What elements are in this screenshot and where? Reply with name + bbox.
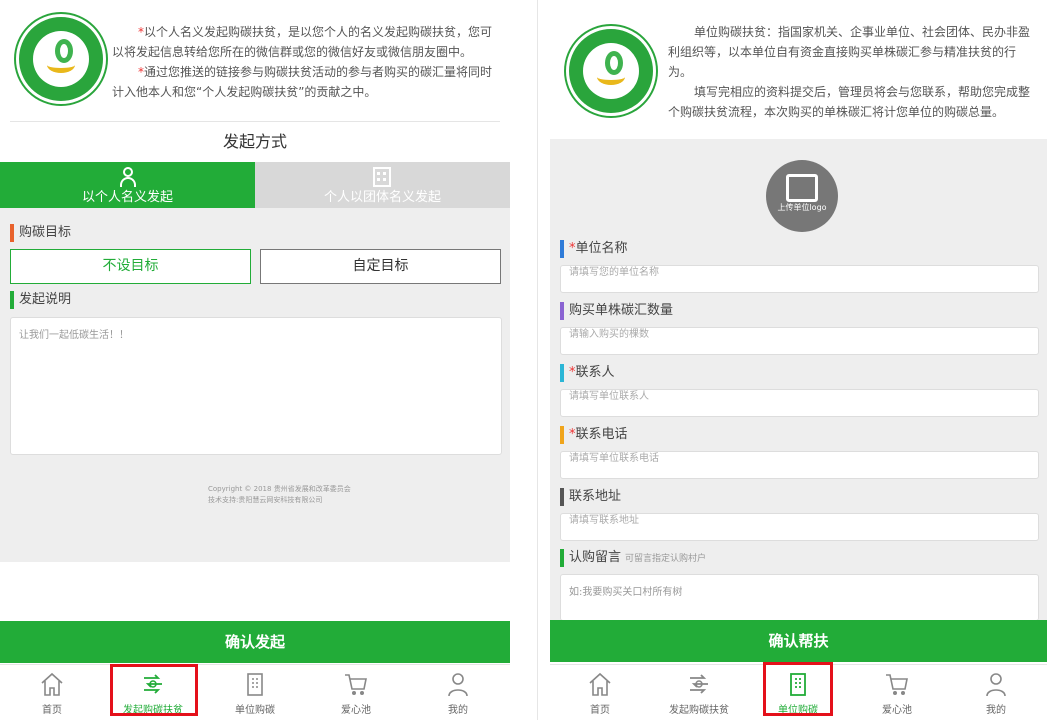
confirm-help-button[interactable]: 确认帮扶 xyxy=(550,620,1047,662)
footer-logo xyxy=(176,484,200,508)
nav-mine[interactable]: 我的 xyxy=(410,665,506,720)
home-icon xyxy=(41,672,63,696)
unit-name-input[interactable]: 请填写您的单位名称 xyxy=(560,265,1039,293)
building-icon xyxy=(247,673,263,696)
nav-unit[interactable]: 单位购碳 xyxy=(207,665,303,720)
address-label: 联系地址 xyxy=(560,488,621,506)
org-logo xyxy=(566,26,656,116)
nav-launch[interactable]: 发起购碳扶贫 xyxy=(651,665,747,720)
intro-text: *以个人名义发起购碳扶贫，是以您个人的名义发起购碳扶贫，您可以将发起信息转给您所… xyxy=(112,25,493,99)
bottom-nav: 首页 发起购碳扶贫 单位购碳 爱心池 我的 xyxy=(0,664,510,720)
confirm-launch-button[interactable]: 确认发起 xyxy=(0,621,510,663)
user-icon xyxy=(448,673,468,697)
carbon-launch-icon xyxy=(690,674,708,694)
highlight-box xyxy=(763,662,833,716)
highlight-box xyxy=(110,664,198,716)
description-textarea[interactable]: 让我们一起低碳生活！！ xyxy=(10,317,502,455)
section-title: 发起方式 xyxy=(10,121,500,161)
image-icon xyxy=(786,174,818,202)
unit-purchase-screen: 单位购碳扶贫：指国家机关、企事业单位、社会团体、民办非盈利组织等，以本单位自有资… xyxy=(550,0,1047,720)
cart-icon xyxy=(345,674,367,695)
copyright-text: Copyright © 2018 贵州省发展和改革委员会 xyxy=(208,485,351,493)
nav-mine[interactable]: 我的 xyxy=(948,665,1044,720)
message-textarea[interactable]: 如:我要购买关口村所有树 xyxy=(560,574,1039,621)
cart-icon xyxy=(886,674,908,695)
support-text: 技术支持:贵阳慧云网安科技有限公司 xyxy=(208,496,323,504)
nav-home[interactable]: 首页 xyxy=(552,665,648,720)
user-icon xyxy=(986,673,1006,697)
no-goal-button[interactable]: 不设目标 xyxy=(10,249,251,284)
panel-divider xyxy=(537,0,538,720)
org-logo xyxy=(16,14,106,104)
unit-name-label: *单位名称 xyxy=(560,240,628,258)
custom-goal-button[interactable]: 自定目标 xyxy=(260,249,501,284)
contact-input[interactable]: 请填写单位联系人 xyxy=(560,389,1039,417)
nav-love-pool[interactable]: 爱心池 xyxy=(849,665,945,720)
contact-label: *联系人 xyxy=(560,364,615,382)
phone-label: *联系电话 xyxy=(560,426,628,444)
address-input[interactable]: 请填写联系地址 xyxy=(560,513,1039,541)
intro-text: 单位购碳扶贫：指国家机关、企事业单位、社会团体、民办非盈利组织等，以本单位自有资… xyxy=(668,25,1031,119)
launch-mode-tabs: 以个人名义发起 个人以团体名义发起 xyxy=(0,162,510,208)
building-icon xyxy=(373,167,391,187)
home-icon xyxy=(589,672,611,696)
tab-personal[interactable]: 以个人名义发起 xyxy=(0,162,255,208)
phone-input[interactable]: 请填写单位联系电话 xyxy=(560,451,1039,479)
description-label: 发起说明 xyxy=(10,291,71,309)
personal-launch-screen: *以个人名义发起购碳扶贫，是以您个人的名义发起购碳扶贫，您可以将发起信息转给您所… xyxy=(0,0,510,720)
quantity-label: 购买单株碳汇数量 xyxy=(560,302,673,320)
quantity-input[interactable]: 请输入购买的棵数 xyxy=(560,327,1039,355)
upload-logo-button[interactable]: 上传单位logo xyxy=(766,160,838,232)
nav-home[interactable]: 首页 xyxy=(4,665,100,720)
screenshot-stage: *以个人名义发起购碳扶贫，是以您个人的名义发起购碳扶贫，您可以将发起信息转给您所… xyxy=(0,0,1047,720)
tab-group[interactable]: 个人以团体名义发起 xyxy=(255,162,510,208)
message-label: 认购留言 可留言指定认购村户 xyxy=(560,549,706,567)
person-icon xyxy=(120,167,136,187)
nav-love-pool[interactable]: 爱心池 xyxy=(308,665,404,720)
goal-label: 购碳目标 xyxy=(10,224,71,242)
